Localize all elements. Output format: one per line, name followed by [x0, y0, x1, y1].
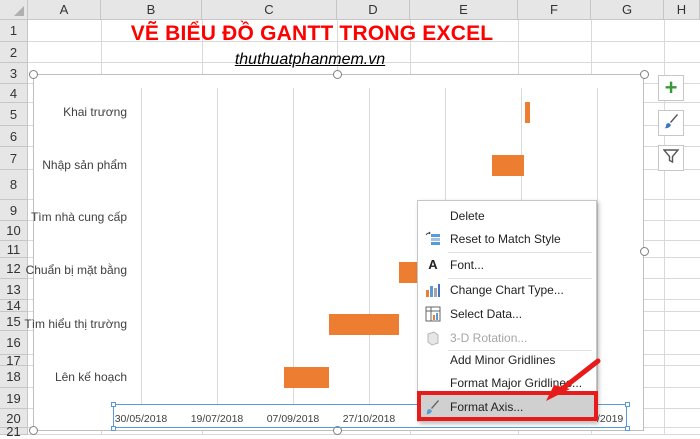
menu-item-label: 3-D Rotation... — [450, 331, 528, 345]
chart-resize-handle[interactable] — [640, 70, 649, 79]
menu-item-label: Reset to Match Style — [450, 232, 561, 246]
sheet-title: VẼ BIỂU ĐỒ GANTT TRONG EXCEL — [130, 22, 494, 45]
select-data-icon — [425, 306, 441, 322]
col-header-g[interactable]: G — [591, 0, 664, 20]
gantt-bar-len-ke-hoach[interactable] — [284, 367, 329, 388]
chart-gridline — [141, 88, 142, 405]
category-label: Khai trương — [63, 105, 127, 119]
menu-item-select-data[interactable]: Select Data... — [418, 302, 596, 326]
row-header-14[interactable]: 14 — [0, 299, 28, 312]
menu-item-change-chart-type[interactable]: Change Chart Type... — [418, 278, 596, 302]
chart-styles-button[interactable] — [658, 110, 684, 136]
red-arrow — [546, 358, 601, 401]
category-label: Tìm hiểu thị trường — [24, 317, 127, 331]
chart-gridline — [369, 88, 370, 405]
row-header-3[interactable]: 3 — [0, 63, 28, 84]
col-header-c[interactable]: C — [202, 0, 337, 20]
row-header-11[interactable]: 11 — [0, 241, 28, 258]
chart-resize-handle[interactable] — [333, 70, 342, 79]
gantt-bar-khai-truong[interactable] — [525, 102, 530, 123]
chart-type-icon — [425, 282, 441, 298]
row-header-16[interactable]: 16 — [0, 331, 28, 355]
col-header-h[interactable]: H — [664, 0, 700, 20]
reset-style-icon — [425, 231, 441, 247]
row-header-2[interactable]: 2 — [0, 42, 28, 63]
category-label: Lên kế hoạch — [54, 370, 127, 384]
chart-resize-handle[interactable] — [29, 426, 38, 435]
axis-selection-handle[interactable] — [625, 426, 630, 431]
col-header-e[interactable]: E — [410, 0, 518, 20]
chart-elements-button[interactable]: + — [658, 75, 684, 101]
font-icon: A — [428, 257, 438, 272]
menu-item-font[interactable]: A Font... — [418, 253, 596, 277]
category-label: Nhập sản phẩm — [42, 158, 127, 172]
axis-selection-handle[interactable] — [111, 402, 116, 407]
chart-gridline — [293, 88, 294, 405]
axis-tick-label: 30/05/2018 — [114, 413, 168, 425]
row-header-1[interactable]: 1 — [0, 20, 28, 42]
menu-item-reset-to-match-style[interactable]: Reset to Match Style — [418, 227, 596, 251]
chart-filters-button[interactable] — [658, 145, 684, 171]
menu-item-delete[interactable]: Delete — [418, 204, 596, 228]
gantt-bar-tim-hieu-thi-truong[interactable] — [329, 314, 399, 335]
menu-item-3d-rotation[interactable]: 3-D Rotation... — [418, 326, 596, 350]
axis-tick-label: 27/10/2018 — [342, 413, 396, 425]
row-header-13[interactable]: 13 — [0, 279, 28, 300]
row-header-10[interactable]: 10 — [0, 221, 28, 241]
brush-icon — [663, 113, 679, 134]
axis-tick-label: 19/07/2018 — [190, 413, 244, 425]
chart-resize-handle[interactable] — [29, 70, 38, 79]
menu-item-label: Font... — [450, 258, 485, 272]
gantt-bar-chuan-bi-mat-bang[interactable] — [399, 262, 419, 283]
row-header-4[interactable]: 4 — [0, 84, 28, 103]
sheet-subtitle[interactable]: thuthuatphanmem.vn — [200, 51, 420, 69]
menu-item-label: Delete — [450, 209, 485, 223]
plus-icon: + — [664, 75, 678, 100]
axis-tick-label: 07/09/2018 — [266, 413, 320, 425]
axis-selection-handle[interactable] — [625, 402, 630, 407]
category-label: Tìm nhà cung cấp — [30, 210, 127, 224]
filter-icon — [662, 148, 680, 169]
gantt-bar-nhap-san-pham[interactable] — [492, 155, 524, 176]
chart-gridline — [217, 88, 218, 405]
row-header-21[interactable]: 21 — [0, 425, 28, 438]
menu-item-label: Change Chart Type... — [450, 283, 564, 297]
row-header-17[interactable]: 17 — [0, 354, 28, 367]
rotation-icon — [425, 330, 441, 346]
row-header-19[interactable]: 19 — [0, 388, 28, 409]
category-label: Chuẩn bị mặt bằng — [25, 263, 127, 277]
axis-selection-handle[interactable] — [111, 426, 116, 431]
col-header-b[interactable]: B — [101, 0, 202, 20]
menu-item-label: Select Data... — [450, 307, 523, 321]
row-header-8[interactable]: 8 — [0, 170, 28, 200]
chart-resize-handle[interactable] — [640, 247, 649, 256]
col-header-d[interactable]: D — [337, 0, 410, 20]
col-header-f[interactable]: F — [518, 0, 591, 20]
col-header-a[interactable]: A — [28, 0, 101, 20]
row-header-6[interactable]: 6 — [0, 126, 28, 147]
select-all-corner[interactable] — [0, 0, 28, 20]
